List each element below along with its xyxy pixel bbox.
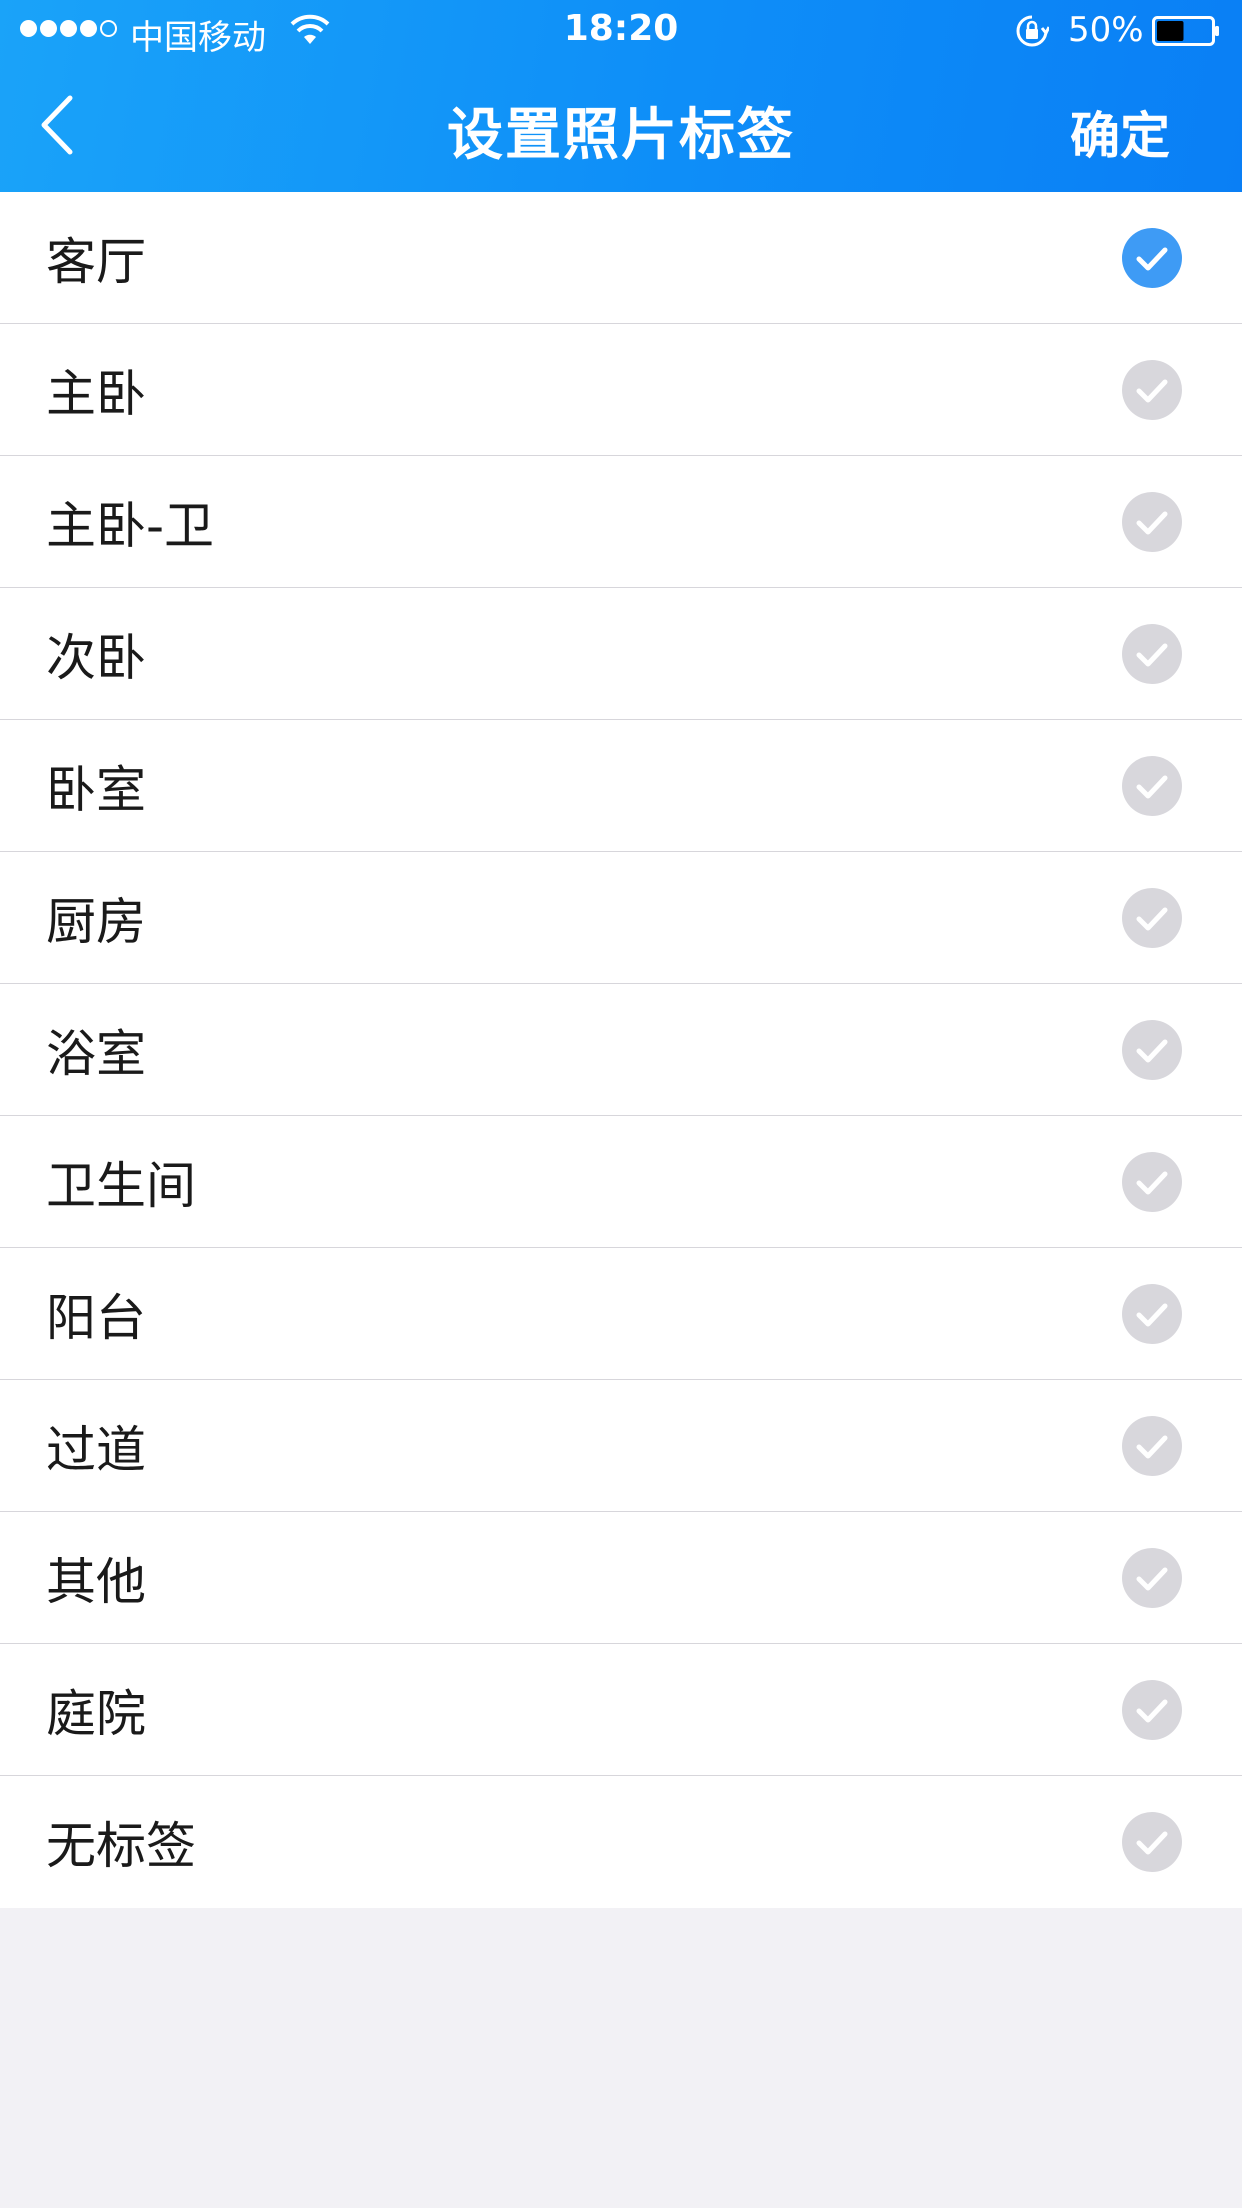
unchecked-circle-icon[interactable] <box>1122 1284 1182 1344</box>
unchecked-circle-icon[interactable] <box>1122 624 1182 684</box>
tag-label: 庭院 <box>46 1684 146 1743</box>
unchecked-circle-icon[interactable] <box>1122 1416 1182 1476</box>
tag-row[interactable]: 过道 <box>0 1380 1242 1512</box>
tag-label: 次卧 <box>46 628 146 687</box>
tag-label: 主卧 <box>46 364 146 423</box>
unchecked-circle-icon[interactable] <box>1122 1680 1182 1740</box>
unchecked-circle-icon[interactable] <box>1122 492 1182 552</box>
tag-row[interactable]: 主卧-卫 <box>0 456 1242 588</box>
tag-label: 卧室 <box>46 760 146 819</box>
page-title: 设置照片标签 <box>447 103 795 168</box>
tag-row[interactable]: 无标签 <box>0 1776 1242 1908</box>
tag-row[interactable]: 卧室 <box>0 720 1242 852</box>
tag-label: 客厅 <box>46 232 146 291</box>
navigation-bar: 设置照片标签 确定 <box>0 60 1242 192</box>
header: 中国移动 18:20 50% 设置照片标签 确定 <box>0 0 1242 192</box>
tag-row[interactable]: 阳台 <box>0 1248 1242 1380</box>
status-bar: 中国移动 18:20 50% <box>0 0 1242 60</box>
tag-row[interactable]: 浴室 <box>0 984 1242 1116</box>
tag-label: 过道 <box>46 1420 146 1479</box>
tag-row[interactable]: 其他 <box>0 1512 1242 1644</box>
tag-row[interactable]: 次卧 <box>0 588 1242 720</box>
unchecked-circle-icon[interactable] <box>1122 888 1182 948</box>
battery-icon <box>1152 16 1219 46</box>
tag-row[interactable]: 庭院 <box>0 1644 1242 1776</box>
tag-label: 其他 <box>46 1552 146 1611</box>
tag-row[interactable]: 卫生间 <box>0 1116 1242 1248</box>
tag-label: 主卧-卫 <box>46 496 215 555</box>
tag-list: 客厅主卧主卧-卫次卧卧室厨房浴室卫生间阳台过道其他庭院无标签 <box>0 192 1242 1908</box>
tag-row[interactable]: 厨房 <box>0 852 1242 984</box>
unchecked-circle-icon[interactable] <box>1122 756 1182 816</box>
rotation-lock-icon <box>1016 15 1049 47</box>
unchecked-circle-icon[interactable] <box>1122 360 1182 420</box>
tag-label: 浴室 <box>46 1024 146 1083</box>
confirm-button[interactable]: 确定 <box>1070 96 1170 168</box>
tag-row[interactable]: 客厅 <box>0 192 1242 324</box>
tag-label: 阳台 <box>46 1288 146 1347</box>
tag-label: 卫生间 <box>46 1156 196 1215</box>
status-time: 18:20 <box>563 8 679 49</box>
unchecked-circle-icon[interactable] <box>1122 1812 1182 1872</box>
unchecked-circle-icon[interactable] <box>1122 1152 1182 1212</box>
unchecked-circle-icon[interactable] <box>1122 1020 1182 1080</box>
battery-percent: 50% <box>1068 10 1144 50</box>
unchecked-circle-icon[interactable] <box>1122 1548 1182 1608</box>
tag-label: 厨房 <box>46 892 146 951</box>
tag-row[interactable]: 主卧 <box>0 324 1242 456</box>
checked-circle-icon[interactable] <box>1122 228 1182 288</box>
tag-label: 无标签 <box>46 1817 196 1875</box>
